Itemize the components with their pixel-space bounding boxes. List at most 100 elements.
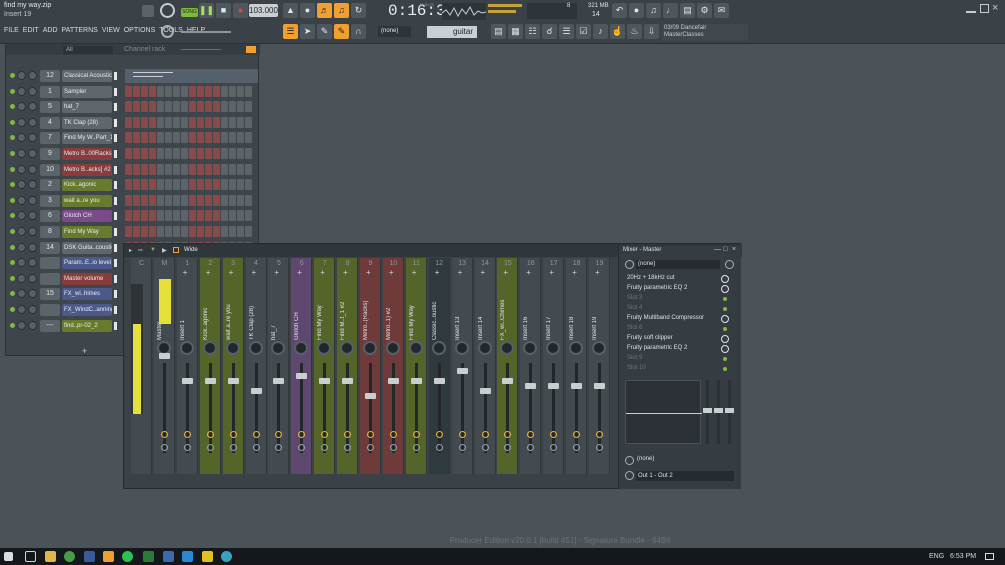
step-button[interactable] [133,148,140,159]
step-button[interactable] [165,101,172,113]
channel-pan-knob[interactable] [17,180,26,190]
mixer-stereo-icon[interactable] [206,431,214,438]
step-button[interactable] [189,226,196,237]
channel-mixer-track[interactable]: 8 [40,226,60,238]
channel-mixer-track[interactable]: 7 [40,132,60,145]
step-button[interactable] [181,132,188,144]
mixer-fader-track[interactable] [208,363,212,453]
mixer-pan-knob[interactable] [500,341,515,355]
step-button[interactable] [213,148,220,159]
step-button[interactable] [229,163,236,175]
step-button[interactable] [141,194,148,206]
tempo-icon[interactable]: ♪ [593,24,608,39]
mixer-route-icon[interactable]: ⇨ [138,247,143,254]
effect-slot[interactable]: 20Hz + 18kHz cut [627,275,737,284]
pencil-tool-icon[interactable]: ✎ [317,24,332,39]
step-button[interactable] [173,116,180,128]
step-button[interactable] [221,132,228,144]
channel-name-button[interactable]: Classical Acoustic [62,70,112,82]
channel-mute-led[interactable] [10,151,15,156]
mixer-route-button[interactable] [183,444,191,451]
step-button[interactable] [165,179,172,191]
step-button[interactable] [245,194,252,206]
channel-row[interactable]: 7 Find My W..Part_1 [6,131,260,145]
step-button[interactable] [229,194,236,206]
step-button[interactable] [133,210,140,222]
playlist-icon[interactable]: ☰ [283,24,298,39]
mixer-track-11[interactable]: 11 + Find My Way [405,258,427,474]
mixer-fader-track[interactable] [483,363,487,453]
mixer-track-13[interactable]: 13 + Insert 13 [451,258,473,474]
add-icon[interactable]: + [229,268,234,277]
effect-slot[interactable]: Fruity Multiband Compressor [627,315,737,324]
effect-enable-led[interactable] [723,297,727,301]
send-knob[interactable] [625,456,634,465]
step-button[interactable] [189,163,196,175]
undo-icon[interactable]: ↶ [612,3,627,18]
chat-icon[interactable]: ✉ [714,3,729,18]
mixer-track-1[interactable]: 1 + Insert 1 [176,258,198,474]
countdown-button[interactable]: ♬ [317,3,332,18]
excel-icon[interactable] [143,551,154,562]
step-button[interactable] [221,210,228,222]
add-channel-button[interactable]: + [82,346,87,356]
channel-select-marker[interactable] [114,118,117,127]
effect-slot[interactable]: Slot 3 [627,295,737,304]
channel-row[interactable]: 9 Metro B..00Racks] [6,147,260,161]
channel-name-button[interactable]: FX_wi..himes [62,288,112,301]
add-icon[interactable]: + [572,268,577,277]
step-button[interactable] [157,163,164,175]
language-indicator[interactable]: ENG [929,553,944,560]
channel-mixer-track[interactable]: 5 [40,101,60,114]
piano-roll-preview[interactable] [125,69,258,83]
step-button[interactable] [245,210,252,222]
channel-select-marker[interactable] [114,212,117,221]
channel-pan-knob[interactable] [17,149,26,158]
effect-enable-led[interactable] [723,367,727,371]
steps-icon[interactable] [246,46,256,53]
step-button[interactable] [205,210,212,222]
step-button[interactable] [229,85,236,97]
step-button[interactable] [245,163,252,175]
step-button[interactable] [245,101,252,113]
master-pitch-knob[interactable] [161,25,174,38]
step-button[interactable] [157,210,164,222]
mixer-pan-knob[interactable] [523,341,538,355]
step-button[interactable] [125,148,132,159]
eq-slider-1[interactable] [703,380,712,444]
channel-volume-knob[interactable] [28,102,37,112]
taskbar-clock[interactable]: 6:53 PM [950,553,976,560]
channel-mute-led[interactable] [10,182,15,188]
channel-mixer-track[interactable]: --- [40,319,60,332]
step-button[interactable] [197,148,204,159]
channel-name-button[interactable]: Find My W..Part_1 [62,132,112,145]
channel-mixer-track[interactable]: 6 [40,210,60,223]
step-button[interactable] [125,132,132,144]
mixer-menu-icon[interactable]: ▸ [129,247,132,254]
channel-name-button[interactable]: Glotch CH [62,210,112,223]
swing-slider[interactable] [181,49,221,50]
mixer-stereo-icon[interactable] [160,431,168,438]
step-button[interactable] [229,226,236,237]
channel-select-marker[interactable] [114,321,117,330]
step-button[interactable] [141,116,148,128]
step-button[interactable] [173,179,180,191]
step-button[interactable] [157,116,164,128]
eq-slider-1-handle[interactable] [703,408,712,413]
add-icon[interactable]: + [412,268,417,277]
channel-mixer-track[interactable]: 3 [40,194,60,207]
step-button[interactable] [205,148,212,159]
mixer-pan-knob[interactable] [294,341,309,355]
mixer-fader-handle[interactable] [571,383,583,389]
add-icon[interactable]: + [595,268,600,277]
loop-record-button[interactable]: ↻ [351,3,366,18]
step-button[interactable] [165,148,172,159]
step-button[interactable] [157,148,164,159]
step-button[interactable] [141,210,148,222]
step-button[interactable] [181,179,188,191]
step-button[interactable] [205,179,212,191]
mixer-stereo-icon[interactable] [435,431,443,438]
step-button[interactable] [229,116,236,128]
mixer-pan-knob[interactable] [431,341,446,355]
mixer-route-button[interactable] [252,444,260,451]
